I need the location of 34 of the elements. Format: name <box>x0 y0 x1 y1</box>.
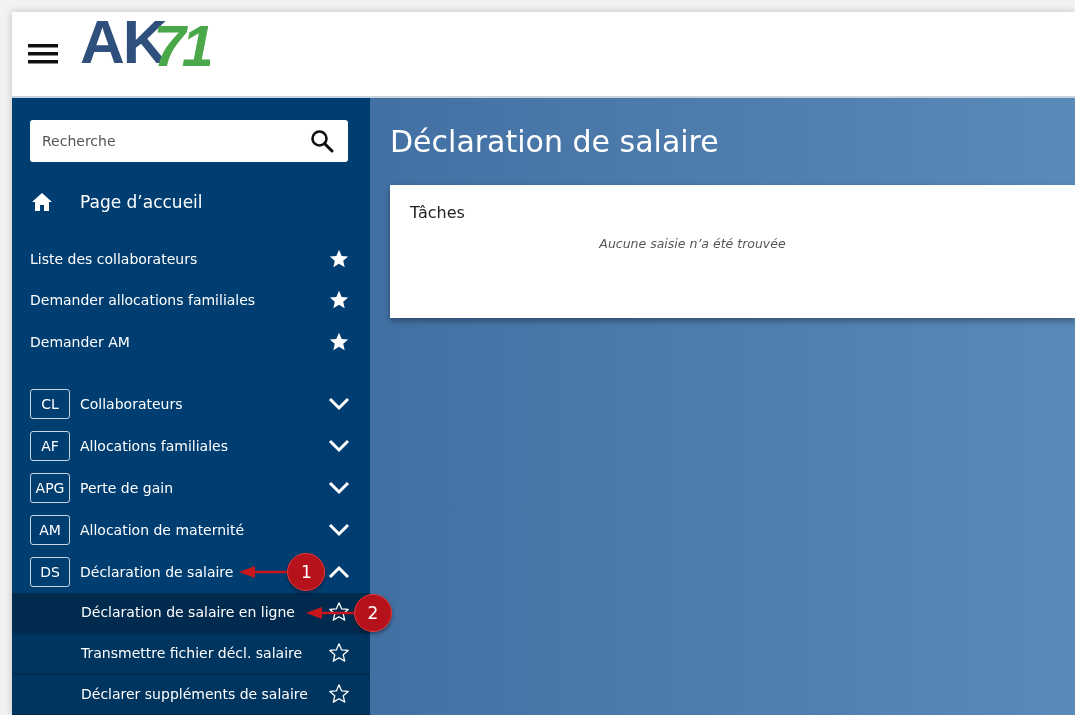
section-link[interactable]: Allocations familiales <box>80 437 228 454</box>
section-link[interactable]: Collaborateurs <box>80 395 183 412</box>
home-icon[interactable] <box>32 193 52 211</box>
chevron-down-icon[interactable] <box>328 396 350 411</box>
submenu-item[interactable]: Transmettre fichier décl. salaire <box>12 633 370 675</box>
chevron-down-icon[interactable] <box>328 480 350 495</box>
star-icon[interactable] <box>328 601 350 623</box>
star-icon[interactable] <box>328 683 350 705</box>
chevron-down-icon[interactable] <box>328 522 350 537</box>
chevron-up-icon[interactable] <box>328 564 350 579</box>
star-icon[interactable] <box>328 642 350 664</box>
card-title: Tâches <box>410 203 465 222</box>
section-code: APG <box>30 472 70 503</box>
pointer-arrow <box>306 606 354 620</box>
section-code: AM <box>30 514 70 545</box>
step-badge: 1 <box>287 552 326 591</box>
logo: AK71 <box>80 12 211 80</box>
favorite-link[interactable]: Demander allocations familiales <box>30 292 256 309</box>
search-field[interactable]: Recherche <box>30 120 348 162</box>
section-link[interactable]: Perte de gain <box>80 479 174 496</box>
section-code: DS <box>30 556 70 587</box>
chevron-down-icon[interactable] <box>328 438 350 453</box>
section-code: CL <box>30 388 70 419</box>
home-link[interactable]: Page d’accueil <box>80 192 203 212</box>
favorite-link[interactable]: Liste des collaborateurs <box>30 250 198 267</box>
page-title: Déclaration de salaire <box>390 124 720 159</box>
search-icon[interactable] <box>310 129 334 153</box>
section-link[interactable]: Allocation de maternité <box>80 521 245 538</box>
submenu-item[interactable]: Déclarer suppléments de salaire <box>12 674 370 715</box>
menu-icon[interactable] <box>28 43 58 65</box>
pointer-arrow <box>239 564 288 579</box>
empty-message: Aucune saisie n’a été trouvée <box>598 236 787 251</box>
favorite-link[interactable]: Demander AM <box>30 333 130 350</box>
section-code: AF <box>30 430 70 461</box>
